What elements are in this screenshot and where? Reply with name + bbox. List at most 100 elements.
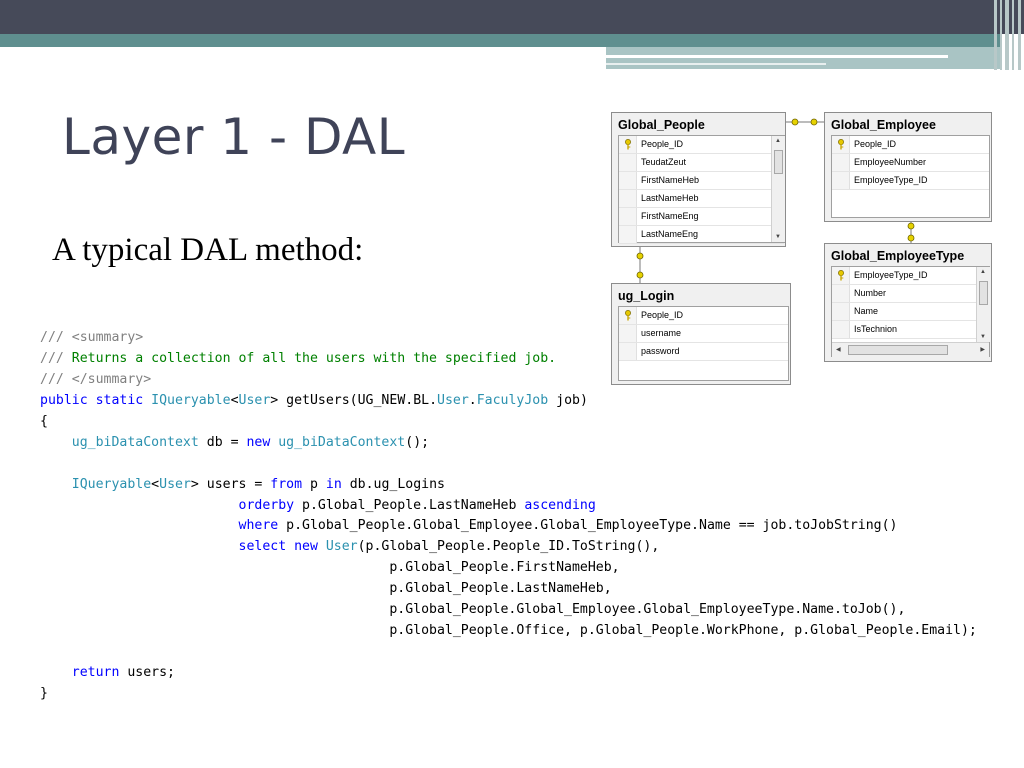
- slide-accent-line-2: [606, 63, 826, 65]
- code-line: IQueryable<User> users = from p in db.ug…: [40, 475, 1020, 496]
- slide-accent-bar: [0, 34, 1000, 47]
- scroll-down-icon[interactable]: ▼: [980, 334, 986, 340]
- code-token: ///: [40, 371, 72, 387]
- slide-subtitle: A typical DAL method:: [52, 232, 364, 268]
- scrollbar-thumb[interactable]: [848, 345, 948, 355]
- table-global-people[interactable]: Global_People People_ID TeudatZeut FirstNa…: [611, 112, 786, 247]
- code-token: <: [230, 392, 239, 408]
- table-column-row[interactable]: FirstNameEng: [619, 208, 784, 226]
- row-selector: [832, 267, 850, 284]
- table-global-employeetype[interactable]: Global_EmployeeType EmployeeType_ID Numbe…: [824, 243, 992, 362]
- code-token: > getUsers(UG_NEW.BL.: [270, 392, 438, 408]
- code-token: Returns a collection of all the users wi…: [71, 350, 557, 366]
- slide-accent-bar-light: [606, 47, 1000, 69]
- scrollbar-thumb[interactable]: [774, 150, 783, 174]
- code-token: job): [548, 392, 588, 408]
- column-name: FirstNameEng: [641, 211, 699, 221]
- code-token: ///: [40, 350, 72, 366]
- table-column-row[interactable]: EmployeeNumber: [832, 154, 989, 172]
- table-column-row[interactable]: People_ID: [619, 307, 788, 325]
- code-token: p.Global_People.FirstNameHeb,: [40, 560, 620, 576]
- scroll-up-icon[interactable]: ▲: [980, 269, 986, 275]
- code-token: in: [325, 476, 342, 492]
- code-line: ug_biDataContext db = new ug_biDataConte…: [40, 433, 1020, 454]
- column-name: IsTechnion: [854, 324, 898, 334]
- row-selector: [619, 208, 637, 225]
- primary-key-icon: [838, 270, 844, 281]
- table-column-row[interactable]: username: [619, 325, 788, 343]
- table-column-row[interactable]: password: [619, 343, 788, 361]
- code-line: /// </summary>: [40, 370, 1020, 391]
- column-name: username: [641, 328, 682, 338]
- code-token: p.Global_People.LastNameHeb: [294, 497, 525, 513]
- table-column-row[interactable]: People_ID: [619, 136, 784, 154]
- row-selector: [619, 226, 637, 243]
- code-token: User: [159, 476, 191, 492]
- table-column-row[interactable]: EmployeeType_ID: [832, 172, 989, 190]
- code-token: db.ug_Logins: [341, 476, 445, 492]
- column-name: EmployeeType_ID: [854, 175, 928, 185]
- scroll-down-icon[interactable]: ▼: [775, 234, 781, 240]
- table-column-row[interactable]: LastNameEng: [619, 226, 784, 244]
- code-line: p.Global_People.Global_Employee.Global_E…: [40, 600, 1020, 621]
- code-token: where: [238, 518, 279, 534]
- code-token: p.Global_People.Office, p.Global_People.…: [40, 623, 977, 639]
- code-line: select new User(p.Global_People.People_I…: [40, 537, 1020, 558]
- code-line: public static IQueryable<User> getUsers(…: [40, 391, 1020, 412]
- code-block: /// <summary>/// Returns a collection of…: [40, 328, 1020, 705]
- code-token: users;: [119, 665, 175, 680]
- code-token: p: [302, 476, 326, 492]
- scrollbar-thumb[interactable]: [979, 281, 988, 305]
- table-column-row[interactable]: IsTechnion: [832, 321, 989, 339]
- column-name: LastNameHeb: [641, 193, 699, 203]
- code-line: p.Global_People.Office, p.Global_People.…: [40, 621, 1020, 642]
- table-column-row[interactable]: People_ID: [832, 136, 989, 154]
- code-token: ug_biDataContext: [278, 434, 406, 450]
- code-token: public static: [40, 392, 152, 408]
- table-column-row[interactable]: TeudatZeut: [619, 154, 784, 172]
- primary-key-icon: [625, 310, 631, 321]
- column-name: EmployeeType_ID: [854, 270, 928, 280]
- row-selector: [619, 325, 637, 342]
- table-ug-login[interactable]: ug_Login People_ID username password: [611, 283, 791, 385]
- slide-corner-stripes: [994, 0, 1024, 70]
- row-selector: [832, 321, 850, 338]
- column-name: People_ID: [854, 139, 897, 149]
- scroll-left-icon[interactable]: ◀: [836, 346, 841, 353]
- table-global-employee[interactable]: Global_Employee People_ID EmployeeNumber E…: [824, 112, 992, 222]
- table-column-row[interactable]: LastNameHeb: [619, 190, 784, 208]
- code-token: User: [238, 392, 271, 408]
- code-token: {: [40, 413, 48, 429]
- slide-title: Layer 1 - DAL: [62, 108, 406, 166]
- code-line: {: [40, 412, 1020, 433]
- table-title: Global_Employee: [831, 118, 936, 132]
- code-line: return users;: [40, 663, 1020, 684]
- horizontal-scrollbar[interactable]: ◀ ▶: [832, 342, 989, 357]
- column-name: LastNameEng: [641, 229, 699, 239]
- column-name: Name: [854, 306, 879, 316]
- code-token: db =: [198, 434, 247, 450]
- code-token: orderby: [238, 497, 295, 513]
- table-column-row[interactable]: FirstNameHeb: [619, 172, 784, 190]
- row-selector: [832, 154, 850, 171]
- column-name: EmployeeNumber: [854, 157, 927, 167]
- column-name: password: [641, 346, 680, 356]
- row-selector: [619, 154, 637, 171]
- code-token: return: [71, 665, 120, 680]
- column-name: People_ID: [641, 310, 684, 320]
- scroll-up-icon[interactable]: ▲: [775, 138, 781, 144]
- table-column-row[interactable]: Number: [832, 285, 989, 303]
- code-token: p.Global_People.Global_Employee.Global_E…: [278, 518, 898, 534]
- table-column-row[interactable]: Name: [832, 303, 989, 321]
- scroll-right-icon[interactable]: ▶: [980, 346, 985, 353]
- table-column-row[interactable]: EmployeeType_ID: [832, 267, 989, 285]
- vertical-scrollbar[interactable]: ▲ ▼: [771, 136, 785, 242]
- code-token: .: [468, 392, 477, 408]
- vertical-scrollbar[interactable]: ▲ ▼: [976, 267, 990, 342]
- code-line: p.Global_People.FirstNameHeb,: [40, 558, 1020, 579]
- code-token: FaculyJob: [476, 392, 549, 408]
